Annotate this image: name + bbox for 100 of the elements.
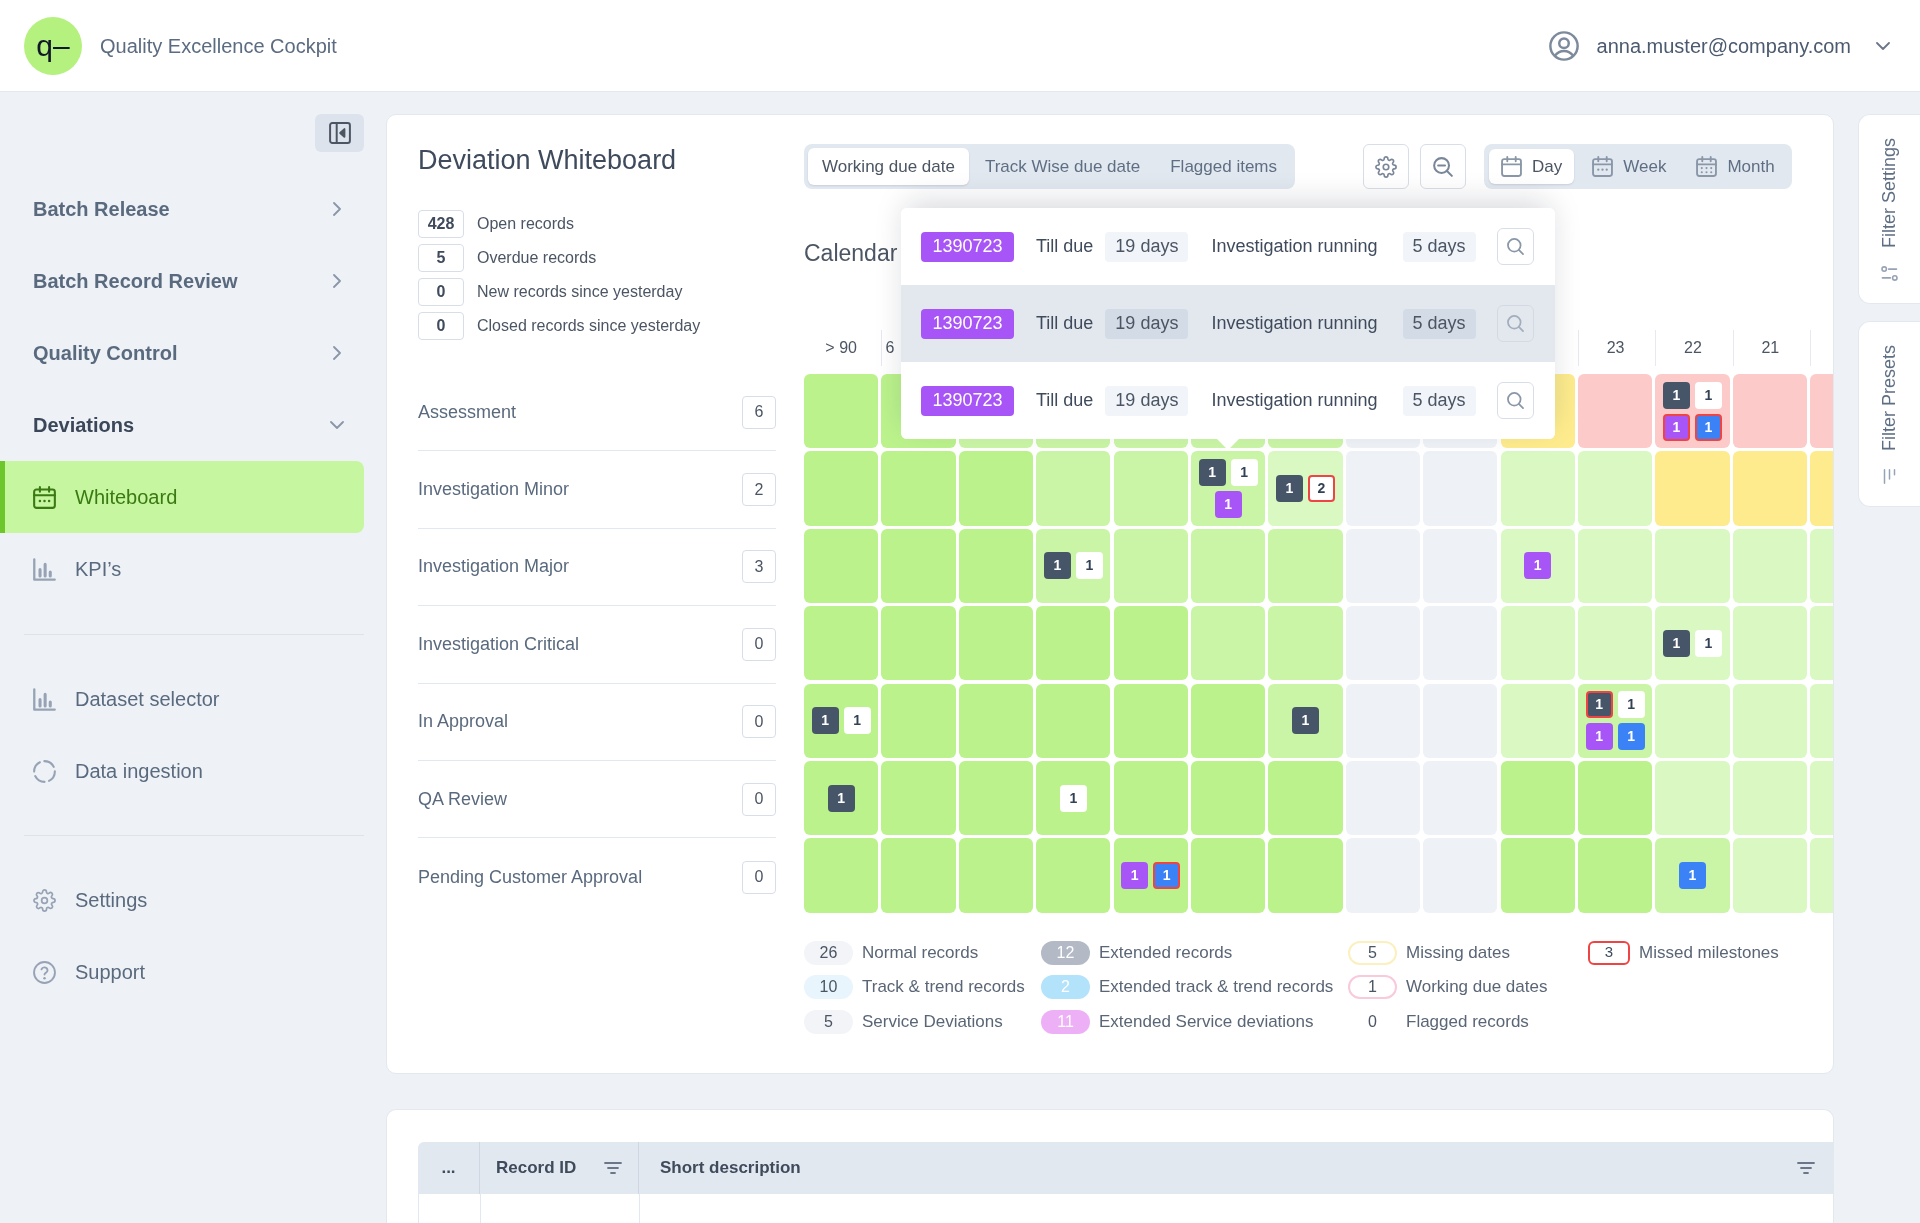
record-badge[interactable]: 1 <box>811 707 839 735</box>
column-header: 21 <box>1761 338 1780 358</box>
calendar-icon <box>1592 156 1614 177</box>
record-badge[interactable]: 1 <box>1694 381 1722 409</box>
zoom-out-icon <box>1433 156 1453 177</box>
legend-label: Missed milestones <box>1639 941 1779 964</box>
record-badge[interactable]: 1 <box>1121 862 1149 889</box>
user-icon <box>1548 30 1579 61</box>
record-badge[interactable]: 1 <box>1585 691 1613 719</box>
record-badge[interactable]: 1 <box>1694 413 1722 441</box>
nav-group[interactable]: Quality Control <box>0 317 364 389</box>
record-badge[interactable]: 1 <box>1694 629 1722 657</box>
date-mode-tab[interactable]: Track Wise due date <box>970 148 1155 185</box>
zoom-out-button[interactable] <box>1420 144 1466 189</box>
stage-count: 6 <box>742 395 776 429</box>
stage-label: QA Review <box>418 787 508 811</box>
nav-item[interactable]: Support <box>0 936 364 1008</box>
app-logo: q– <box>24 16 82 75</box>
due-label: Till due <box>1036 235 1094 258</box>
record-badge[interactable]: 1 <box>1617 723 1645 751</box>
user-menu[interactable]: anna.muster@company.com <box>1548 30 1890 61</box>
popover-row[interactable]: 1390723 Till due 19 days Investigation running 5 days <box>901 208 1555 285</box>
column-header: Short description <box>660 1157 801 1180</box>
date-mode-tab[interactable]: Flagged items <box>1156 148 1291 185</box>
record-count: 0 <box>418 312 464 340</box>
record-id-tag[interactable]: 1390723 <box>921 385 1014 416</box>
nav-group[interactable]: Batch Record Review <box>0 245 364 317</box>
record-badge[interactable]: 1 <box>1198 459 1226 487</box>
record-badge[interactable]: 1 <box>1153 862 1181 889</box>
chevron-right-icon <box>333 202 341 216</box>
legend-label: Flagged records <box>1406 1010 1529 1033</box>
record-badge[interactable]: 1 <box>1617 691 1645 719</box>
nav-group[interactable]: Batch Release <box>0 173 364 245</box>
legend-count: 5 <box>804 1009 853 1034</box>
record-badge[interactable]: 2 <box>1308 475 1335 503</box>
chevron-down-icon <box>1876 41 1890 50</box>
nav-item[interactable]: Data ingestion <box>0 735 364 807</box>
record-badge[interactable]: 1 <box>1662 629 1690 657</box>
stage-count: 0 <box>742 860 776 894</box>
stage-label: Pending Customer Approval <box>418 865 643 889</box>
column-header: 22 <box>1684 338 1702 358</box>
record-badge[interactable]: 1 <box>1524 552 1552 580</box>
nav-group[interactable]: Deviations <box>0 389 364 461</box>
record-badge[interactable]: 1 <box>843 707 871 735</box>
record-badge[interactable]: 1 <box>1059 784 1087 812</box>
view-tab[interactable]: Day <box>1489 149 1575 184</box>
nav-item[interactable]: Whiteboard <box>0 461 364 533</box>
record-count: 428 <box>418 210 464 238</box>
filter-icon[interactable] <box>1797 1162 1815 1174</box>
stat-label: Closed records since yesterday <box>477 316 701 336</box>
legend-label: Missing dates <box>1406 941 1510 964</box>
due-value: 19 days <box>1105 231 1189 262</box>
popover-row[interactable]: 1390723 Till due 19 days Investigation running 5 days <box>901 362 1555 439</box>
calendar-icon <box>1501 156 1522 177</box>
record-badge[interactable]: 1 <box>1662 413 1690 441</box>
view-tab[interactable]: Week <box>1580 149 1679 184</box>
record-badge[interactable]: 1 <box>827 784 855 812</box>
record-badge[interactable]: 1 <box>1230 459 1258 487</box>
record-badge[interactable]: 1 <box>1276 475 1303 503</box>
record-badge[interactable]: 1 <box>1214 491 1242 519</box>
stage-count: 0 <box>742 705 776 739</box>
legend-count: 3 <box>1588 940 1630 965</box>
view-tab[interactable]: Month <box>1684 149 1787 184</box>
nav-item[interactable]: Settings <box>0 864 364 936</box>
stage-count: 0 <box>742 627 776 661</box>
filter-icon[interactable] <box>604 1162 622 1174</box>
search-button[interactable] <box>1496 382 1534 419</box>
side-panel-tab[interactable]: Filter Settings <box>1858 114 1920 305</box>
date-mode-tab[interactable]: Working due date <box>808 148 969 185</box>
record-id-tag[interactable]: 1390723 <box>921 231 1014 262</box>
stage-label: Investigation Major <box>418 555 570 579</box>
status-text: Investigation running <box>1211 235 1378 258</box>
stage-label: Investigation Critical <box>418 632 580 656</box>
bars-icon <box>1881 469 1898 485</box>
due-value: 19 days <box>1105 385 1189 416</box>
record-badge[interactable]: 1 <box>1662 381 1690 409</box>
settings-button[interactable] <box>1363 144 1409 189</box>
due-label: Till due <box>1036 389 1094 412</box>
record-id-tag[interactable]: 1390723 <box>921 308 1014 339</box>
calendar-icon <box>1696 156 1718 177</box>
record-badge[interactable]: 1 <box>1075 552 1103 580</box>
nav-item[interactable]: Dataset selector <box>0 663 364 735</box>
record-badge[interactable]: 1 <box>1678 862 1706 889</box>
column-header: > 90 <box>825 338 857 358</box>
record-badge[interactable]: 1 <box>1585 723 1613 751</box>
collapse-sidebar-button[interactable] <box>315 114 364 152</box>
record-count: 0 <box>418 278 464 306</box>
legend-count: 5 <box>1348 940 1397 965</box>
side-panel-tab[interactable]: Filter Presets <box>1858 321 1920 508</box>
legend-label: Extended track & trend records <box>1099 976 1334 999</box>
search-button[interactable] <box>1496 228 1534 265</box>
legend-count: 10 <box>804 975 853 1000</box>
stage-count: 0 <box>742 782 776 816</box>
record-badge[interactable]: 1 <box>1043 552 1071 580</box>
nav-item[interactable]: KPI’s <box>0 533 364 605</box>
legend-count: 0 <box>1367 1011 1378 1032</box>
popover-row[interactable]: 1390723 Till due 19 days Investigation running 5 days <box>901 285 1555 362</box>
record-badge[interactable]: 1 <box>1292 707 1319 735</box>
search-icon <box>1506 238 1524 255</box>
search-button[interactable] <box>1496 305 1534 342</box>
